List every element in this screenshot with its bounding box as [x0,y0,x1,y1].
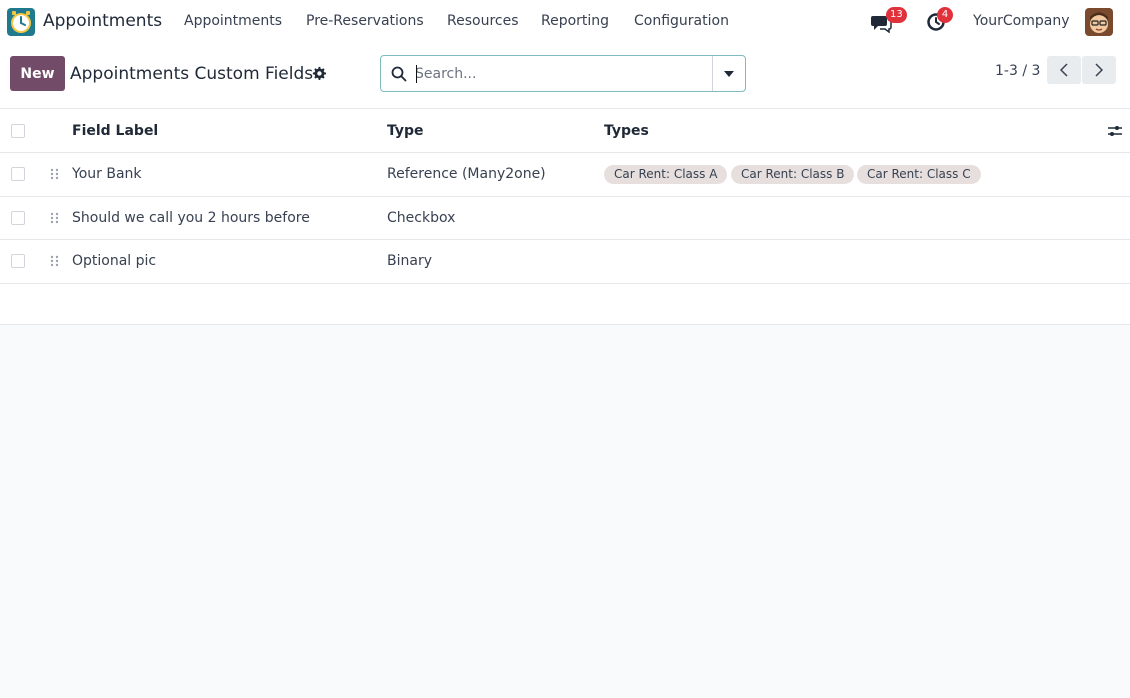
row-checkbox[interactable] [11,210,25,225]
type-cell: Binary [387,253,432,269]
table-row[interactable]: Your Bank Reference (Many2one) Car Rent:… [0,153,1130,197]
type-cell: Reference (Many2one) [387,166,546,182]
menu-pre-reservations[interactable]: Pre-Reservations [306,13,424,29]
search-box [380,55,746,92]
row-checkbox[interactable] [11,254,25,268]
drag-handle-icon[interactable] [50,212,59,224]
column-header-types[interactable]: Types [604,123,649,139]
type-tag: Car Rent: Class B [731,165,855,184]
search-icon [391,66,407,82]
control-panel: New Appointments Custom Fields 1-3 / 3 [0,43,1130,109]
menu-appointments[interactable]: Appointments [184,13,282,29]
appointments-app-icon[interactable] [7,8,35,36]
field-label-cell: Your Bank [72,166,142,182]
field-label-cell: Should we call you 2 hours before [72,209,310,226]
pager-value[interactable]: 1-3 / 3 [995,63,1040,79]
field-label-cell: Optional pic [72,253,157,269]
menu-configuration[interactable]: Configuration [634,13,729,29]
drag-handle-icon[interactable] [50,255,59,267]
drag-handle-icon[interactable] [50,168,59,180]
user-avatar[interactable] [1085,8,1113,36]
type-tag: Car Rent: Class A [604,165,728,184]
menu-reporting[interactable]: Reporting [541,13,609,29]
row-checkbox[interactable] [11,167,25,181]
table-row[interactable]: Optional pic Binary [0,240,1130,284]
type-cell: Checkbox [387,209,456,226]
app-name[interactable]: Appointments [43,11,162,31]
list-footer-spacer [0,283,1130,325]
gear-icon[interactable] [312,66,326,80]
messages-count-badge: 13 [886,7,907,23]
pager-previous-button[interactable] [1047,56,1081,84]
activities-count-badge: 4 [937,7,953,23]
list-header: Field Label Type Types [0,109,1130,153]
type-tag: Car Rent: Class C [857,165,981,184]
top-navbar: Appointments Appointments Pre-Reservatio… [0,0,1130,43]
search-options-toggle[interactable] [712,56,745,91]
company-switcher[interactable]: YourCompany [973,13,1070,29]
new-button[interactable]: New [10,56,65,91]
column-header-type[interactable]: Type [387,123,424,139]
text-cursor [416,65,417,83]
chevron-right-icon [1095,63,1103,77]
page-title: Appointments Custom Fields [70,64,314,84]
optional-columns-icon[interactable] [1107,124,1123,138]
chevron-left-icon [1060,63,1068,77]
column-header-field-label[interactable]: Field Label [72,123,158,139]
custom-fields-list: Field Label Type Types Your Bank Referen… [0,109,1130,325]
caret-down-icon [724,70,734,77]
table-row[interactable]: Should we call you 2 hours before Checkb… [0,197,1130,240]
select-all-checkbox[interactable] [11,124,25,138]
search-input[interactable] [415,64,705,84]
menu-resources[interactable]: Resources [447,13,519,29]
pager-next-button[interactable] [1082,56,1116,84]
